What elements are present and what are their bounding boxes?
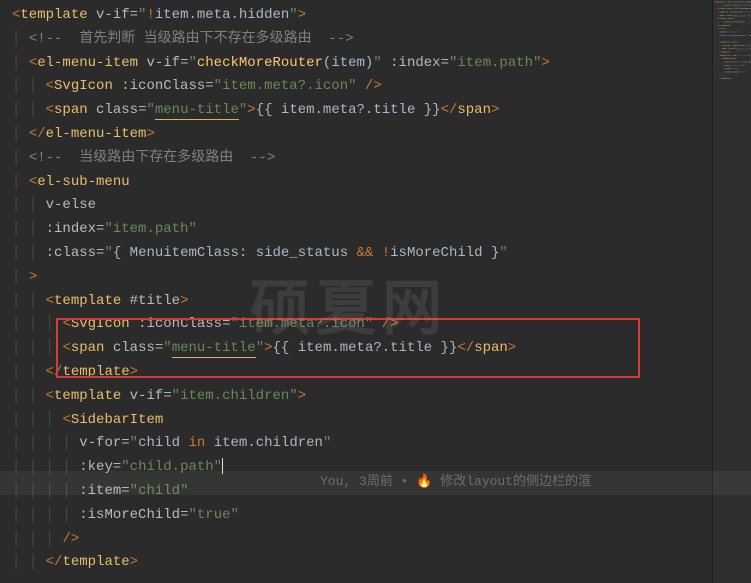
git-blame-annotation: You, 3周前 • 🔥 修改layout的侧边栏的渲 bbox=[320, 471, 591, 493]
flame-icon: 🔥 bbox=[416, 474, 432, 489]
minimap[interactable]: <template v-if="!item.meta.hidden"> │ <!… bbox=[712, 0, 751, 583]
blame-msg: 修改layout的侧边栏的渲 bbox=[432, 474, 591, 489]
blame-when: 3周前 bbox=[359, 474, 393, 489]
code-editor[interactable]: <template v-if="!item.meta.hidden"> │ <!… bbox=[0, 0, 712, 583]
editor-root: <template v-if="!item.meta.hidden"> │ <!… bbox=[0, 0, 751, 583]
blame-sep: • bbox=[393, 474, 416, 489]
blame-author: You, bbox=[320, 474, 359, 489]
